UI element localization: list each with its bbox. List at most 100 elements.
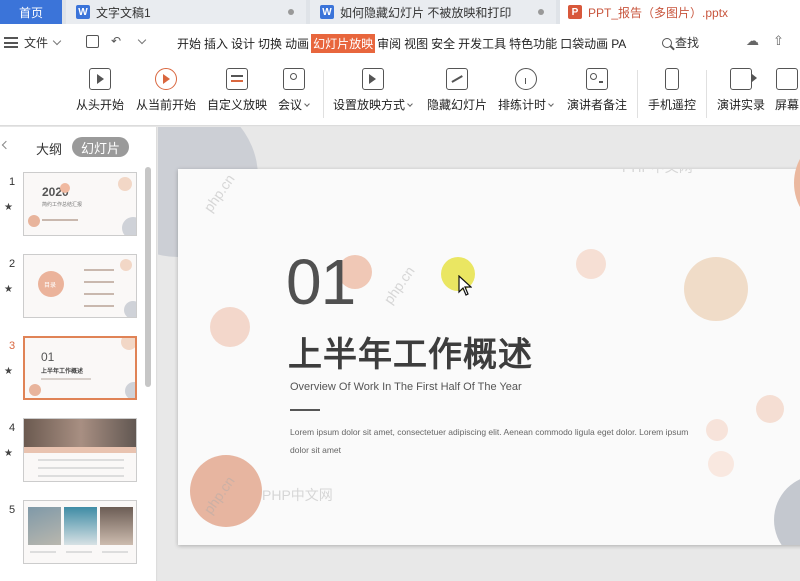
- slide-title: 上半年工作概述: [288, 336, 533, 374]
- animation-star-icon: ★: [4, 448, 13, 459]
- decor-circle: [210, 307, 250, 347]
- thumb-text-line: [84, 281, 114, 283]
- tab-special-features[interactable]: 特色功能: [508, 34, 558, 53]
- presenter-notes-button[interactable]: 演讲者备注: [567, 64, 627, 113]
- watermark-text: PHP中文网: [262, 487, 333, 503]
- cloud-sync-icon[interactable]: ☁: [746, 33, 759, 49]
- tab-security[interactable]: 安全: [430, 34, 456, 53]
- record-label: 演讲实录: [717, 98, 766, 112]
- file-menu[interactable]: 文件: [4, 34, 62, 51]
- search-icon: [662, 37, 672, 48]
- tab-home[interactable]: 首页: [0, 0, 62, 24]
- meeting-label: 会议: [278, 98, 303, 112]
- screen-button[interactable]: 屏幕: [775, 64, 799, 113]
- slide-thumbnail[interactable]: [23, 418, 137, 482]
- thumb-text-line: [102, 551, 128, 553]
- dropdown-arrow-icon: [304, 101, 310, 107]
- record-button[interactable]: 演讲实录: [717, 64, 765, 113]
- tab-document-2[interactable]: W 如何隐藏幻灯片 不被放映和打印: [310, 0, 556, 24]
- file-menu-label: 文件: [24, 36, 49, 50]
- tab-document-1[interactable]: W 文字文稿1: [66, 0, 306, 24]
- slides-tab[interactable]: 幻灯片: [72, 137, 129, 157]
- camera-icon: [730, 68, 757, 90]
- slide-editing-canvas: 01 上半年工作概述 Overview Of Work In The First…: [158, 127, 800, 581]
- tab-developer[interactable]: 开发工具: [457, 34, 507, 53]
- slide-thumbnail-row[interactable]: 5: [0, 500, 145, 568]
- thumb-caption: 简约工作总结汇报: [42, 202, 83, 208]
- from-start-button[interactable]: 从头开始: [76, 64, 124, 113]
- tab-slideshow[interactable]: 幻灯片放映: [311, 34, 376, 53]
- outline-tab[interactable]: 大纲: [36, 139, 62, 158]
- decor-circle: [684, 257, 748, 321]
- tab-design[interactable]: 设计: [230, 34, 256, 53]
- save-icon[interactable]: [86, 34, 99, 48]
- slide-number: 1: [9, 176, 16, 188]
- tab-view[interactable]: 视图: [403, 34, 429, 53]
- thumb-text-line: [38, 467, 124, 469]
- slide-section-number: 01: [286, 246, 356, 318]
- undo-icon[interactable]: ↶: [111, 34, 121, 48]
- stopwatch-icon: [514, 68, 537, 90]
- tab-pa[interactable]: PA: [610, 36, 627, 52]
- current-slide[interactable]: 01 上半年工作概述 Overview Of Work In The First…: [178, 169, 800, 545]
- tab-insert[interactable]: 插入: [203, 34, 229, 53]
- slide-thumbnail[interactable]: 2020 简约工作总结汇报: [23, 172, 137, 236]
- tab-review[interactable]: 审阅: [376, 34, 402, 53]
- tab-close-dot-icon[interactable]: [288, 9, 294, 15]
- decor-circle: [774, 475, 800, 545]
- tab-bar: 首页 W 文字文稿1 W 如何隐藏幻灯片 不被放映和打印 P PPT_报告（多图…: [0, 0, 800, 24]
- phone-icon: [665, 68, 679, 90]
- slide-thumbnail[interactable]: 目录: [23, 254, 137, 318]
- phone-remote-button[interactable]: 手机遥控: [648, 64, 696, 113]
- tab-close-dot-icon[interactable]: [538, 9, 544, 15]
- collapse-panel-icon[interactable]: [1, 140, 11, 150]
- thumb-text-line: [38, 459, 124, 461]
- tab-presentation-label: PPT_报告（多图片）.pptx: [588, 5, 729, 20]
- hide-slide-button[interactable]: 隐藏幻灯片: [427, 64, 487, 113]
- from-current-button[interactable]: 从当前开始: [136, 64, 196, 113]
- thumb-photo: [64, 507, 97, 545]
- thumb-text-line: [30, 551, 56, 553]
- phone-remote-label: 手机遥控: [648, 98, 697, 112]
- decor-circle: [60, 183, 70, 193]
- decor-circle: [124, 301, 136, 317]
- custom-show-button[interactable]: 自定义放映: [207, 64, 267, 113]
- watermark-text: PHP中文网: [622, 169, 693, 177]
- screen-icon: [776, 68, 798, 90]
- thumb-text-line: [38, 475, 124, 477]
- title-divider: [290, 409, 320, 411]
- tab-document-1-label: 文字文稿1: [96, 5, 151, 20]
- decor-circle: [118, 177, 132, 191]
- slides-panel: 大纲 幻灯片 1 ★ 2020 简约工作总结汇报 2 ★ 目录 3 ★ 01 上…: [0, 127, 157, 581]
- slide-thumbnail-row[interactable]: 1 ★ 2020 简约工作总结汇报: [0, 172, 145, 240]
- tab-start[interactable]: 开始: [176, 34, 202, 53]
- panel-scrollbar[interactable]: [145, 167, 151, 387]
- play-from-start-icon: [89, 68, 111, 90]
- decor-circle: [125, 382, 135, 398]
- slide-thumbnail-row[interactable]: 2 ★ 目录: [0, 254, 145, 322]
- search-button[interactable]: 查找: [662, 34, 699, 51]
- customize-chevron-icon[interactable]: [137, 35, 147, 44]
- tab-presentation[interactable]: P PPT_报告（多图片）.pptx: [560, 0, 800, 24]
- menu-right-icons: ☁ ⇧: [746, 33, 784, 49]
- slide-thumbnail[interactable]: [23, 500, 137, 564]
- animation-star-icon: ★: [4, 366, 13, 377]
- share-icon[interactable]: ⇧: [773, 33, 784, 49]
- mouse-pointer-icon: [458, 275, 472, 296]
- tab-pocket-animation[interactable]: 口袋动画: [559, 34, 609, 53]
- slide-thumbnail-selected[interactable]: 01 上半年工作概述: [23, 336, 137, 400]
- ribbon-tabs: 开始 插入 设计 切换 动画 幻灯片放映 审阅 视图 安全 开发工具 特色功能 …: [176, 34, 628, 53]
- tab-animation[interactable]: 动画: [284, 34, 310, 53]
- dropdown-arrow-icon: [548, 101, 554, 107]
- thumb-text-line: [66, 551, 92, 553]
- hamburger-icon: [4, 37, 18, 48]
- tab-transition[interactable]: 切换: [257, 34, 283, 53]
- slide-thumbnail-row-selected[interactable]: 3 ★ 01 上半年工作概述: [0, 336, 145, 404]
- thumb-photo: [28, 507, 61, 545]
- search-label: 查找: [675, 36, 700, 50]
- setup-show-button[interactable]: 设置放映方式: [333, 64, 413, 113]
- rehearse-timing-button[interactable]: 排练计时: [498, 64, 554, 113]
- meeting-button[interactable]: 会议: [278, 64, 310, 113]
- tab-document-2-label: 如何隐藏幻灯片 不被放映和打印: [340, 5, 512, 20]
- slide-thumbnail-row[interactable]: 4 ★: [0, 418, 145, 486]
